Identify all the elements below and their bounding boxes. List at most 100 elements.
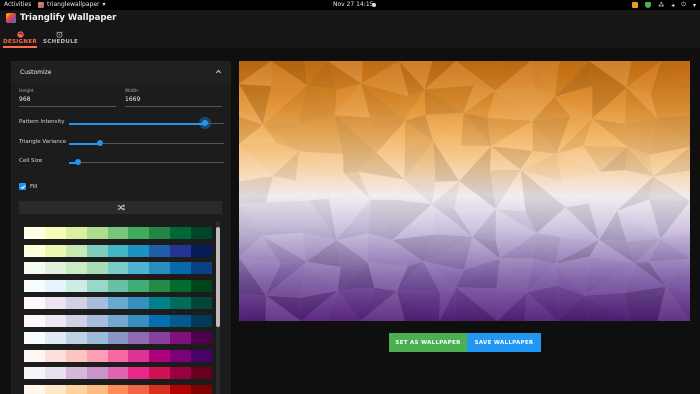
cell-size-slider[interactable]: Cell Size <box>19 157 224 167</box>
palette-scrollbar-thumb[interactable] <box>216 227 220 327</box>
palette-option[interactable] <box>24 262 213 274</box>
palette-option[interactable] <box>24 384 213 394</box>
palette-swatch <box>191 297 213 309</box>
palette-swatch <box>24 279 45 292</box>
palette-swatch <box>65 244 87 257</box>
chevron-down-icon[interactable]: ▾ <box>693 2 696 9</box>
system-tray[interactable]: ⁂ ◂ ⏻ ▾ <box>632 1 696 9</box>
palette-swatch <box>65 384 87 394</box>
slider-fill <box>69 122 206 125</box>
palette-swatch <box>86 314 108 327</box>
palette-swatch <box>170 279 192 292</box>
palette-option[interactable] <box>24 332 213 344</box>
app-menu-icon <box>38 1 44 8</box>
clock[interactable]: Nov 27 14:15 <box>333 1 373 8</box>
palette-swatch <box>24 367 45 379</box>
palette-swatch <box>107 384 129 394</box>
palette-swatch <box>44 262 66 274</box>
palette-swatch <box>86 332 108 344</box>
triangle-pattern <box>239 61 690 321</box>
palette-swatch <box>24 332 45 344</box>
palette-swatch <box>128 262 150 274</box>
slider-thumb[interactable] <box>97 140 103 146</box>
palette-swatch <box>107 279 129 292</box>
palette-swatch <box>65 227 87 239</box>
fill-option[interactable]: Fill <box>19 183 37 190</box>
palette-swatch <box>191 314 213 327</box>
palette-swatch <box>86 244 108 257</box>
chevron-up-icon[interactable] <box>215 68 222 75</box>
palette-swatch <box>128 349 150 362</box>
customize-panel-header[interactable]: Customize <box>11 61 231 83</box>
height-input[interactable]: 968 <box>19 96 116 107</box>
slider-label: Triangle Variance <box>19 139 67 145</box>
palette-option[interactable] <box>24 279 213 292</box>
set-as-wallpaper-button[interactable]: SET AS WALLPAPER <box>389 333 467 352</box>
palette-option[interactable] <box>24 367 213 379</box>
triangle-variance-slider[interactable]: Triangle Variance <box>19 138 224 148</box>
palette-swatch <box>65 349 87 362</box>
save-wallpaper-button[interactable]: SAVE WALLPAPER <box>467 333 541 352</box>
palette-swatch <box>149 227 171 239</box>
fill-checkbox[interactable] <box>19 183 26 190</box>
height-field[interactable]: Height 968 <box>19 89 116 107</box>
palette-swatch <box>170 244 192 257</box>
palette-swatch <box>44 227 66 239</box>
checkmark-icon <box>20 184 25 189</box>
palette-swatch <box>128 279 150 292</box>
palette-swatch <box>170 262 192 274</box>
width-input[interactable]: 1669 <box>125 96 222 107</box>
palette-swatch <box>24 384 45 394</box>
app-title-row: Trianglify Wallpaper <box>6 13 116 23</box>
palette-swatch <box>128 227 150 239</box>
palette-swatch <box>65 262 87 274</box>
power-icon[interactable]: ⏻ <box>681 1 686 9</box>
palette-option[interactable] <box>24 349 213 362</box>
palette-swatch <box>170 227 192 239</box>
palette-swatch <box>107 297 129 309</box>
app-menu[interactable]: trianglewallpaper ▾ <box>38 1 106 8</box>
tab-designer-label: DESIGNER <box>3 39 37 45</box>
wallpaper-preview <box>239 61 690 321</box>
palette-swatch <box>65 314 87 327</box>
slider-label: Cell Size <box>19 158 43 164</box>
palette-swatch <box>24 262 45 274</box>
shuffle-button[interactable] <box>19 201 222 214</box>
palette-option[interactable] <box>24 227 213 239</box>
tab-schedule-label: SCHEDULE <box>43 39 79 45</box>
tab-schedule[interactable]: SCHEDULE <box>43 31 79 48</box>
palette-swatch <box>44 384 66 394</box>
palette-swatch <box>128 384 150 394</box>
palette-swatch <box>191 367 213 379</box>
palette-swatch <box>191 244 213 257</box>
palette-option[interactable] <box>24 297 213 309</box>
width-field[interactable]: Width 1669 <box>125 89 222 107</box>
notification-dot-icon <box>372 3 376 7</box>
slider-track[interactable] <box>69 162 224 163</box>
network-icon[interactable]: ⁂ <box>658 2 664 9</box>
slider-thumb[interactable] <box>199 117 212 129</box>
palette-swatch <box>65 279 87 292</box>
palette-list <box>24 227 213 394</box>
activities-button[interactable]: Activities <box>4 1 31 8</box>
pattern-intensity-slider[interactable]: Pattern Intensity <box>19 117 224 129</box>
palette-swatch <box>44 279 66 292</box>
palette-option[interactable] <box>24 314 213 327</box>
app-indicator-icon[interactable] <box>632 2 639 8</box>
shield-icon[interactable] <box>645 2 652 8</box>
palette-swatch <box>170 332 192 344</box>
slider-thumb[interactable] <box>75 159 82 165</box>
palette-scrollbar[interactable] <box>216 221 220 394</box>
palette-option[interactable] <box>24 244 213 257</box>
palette-swatch <box>65 297 87 309</box>
palette-swatch <box>86 384 108 394</box>
height-label: Height <box>19 89 34 94</box>
volume-icon[interactable]: ◂ <box>671 2 674 9</box>
palette-swatch <box>170 367 192 379</box>
palette-swatch <box>170 384 192 394</box>
system-top-bar: Activities trianglewallpaper ▾ Nov 27 14… <box>0 0 700 10</box>
tab-designer[interactable]: DESIGNER <box>3 31 37 48</box>
palette-swatch <box>149 297 171 309</box>
customize-title: Customize <box>20 68 52 76</box>
palette-swatch <box>107 349 129 362</box>
